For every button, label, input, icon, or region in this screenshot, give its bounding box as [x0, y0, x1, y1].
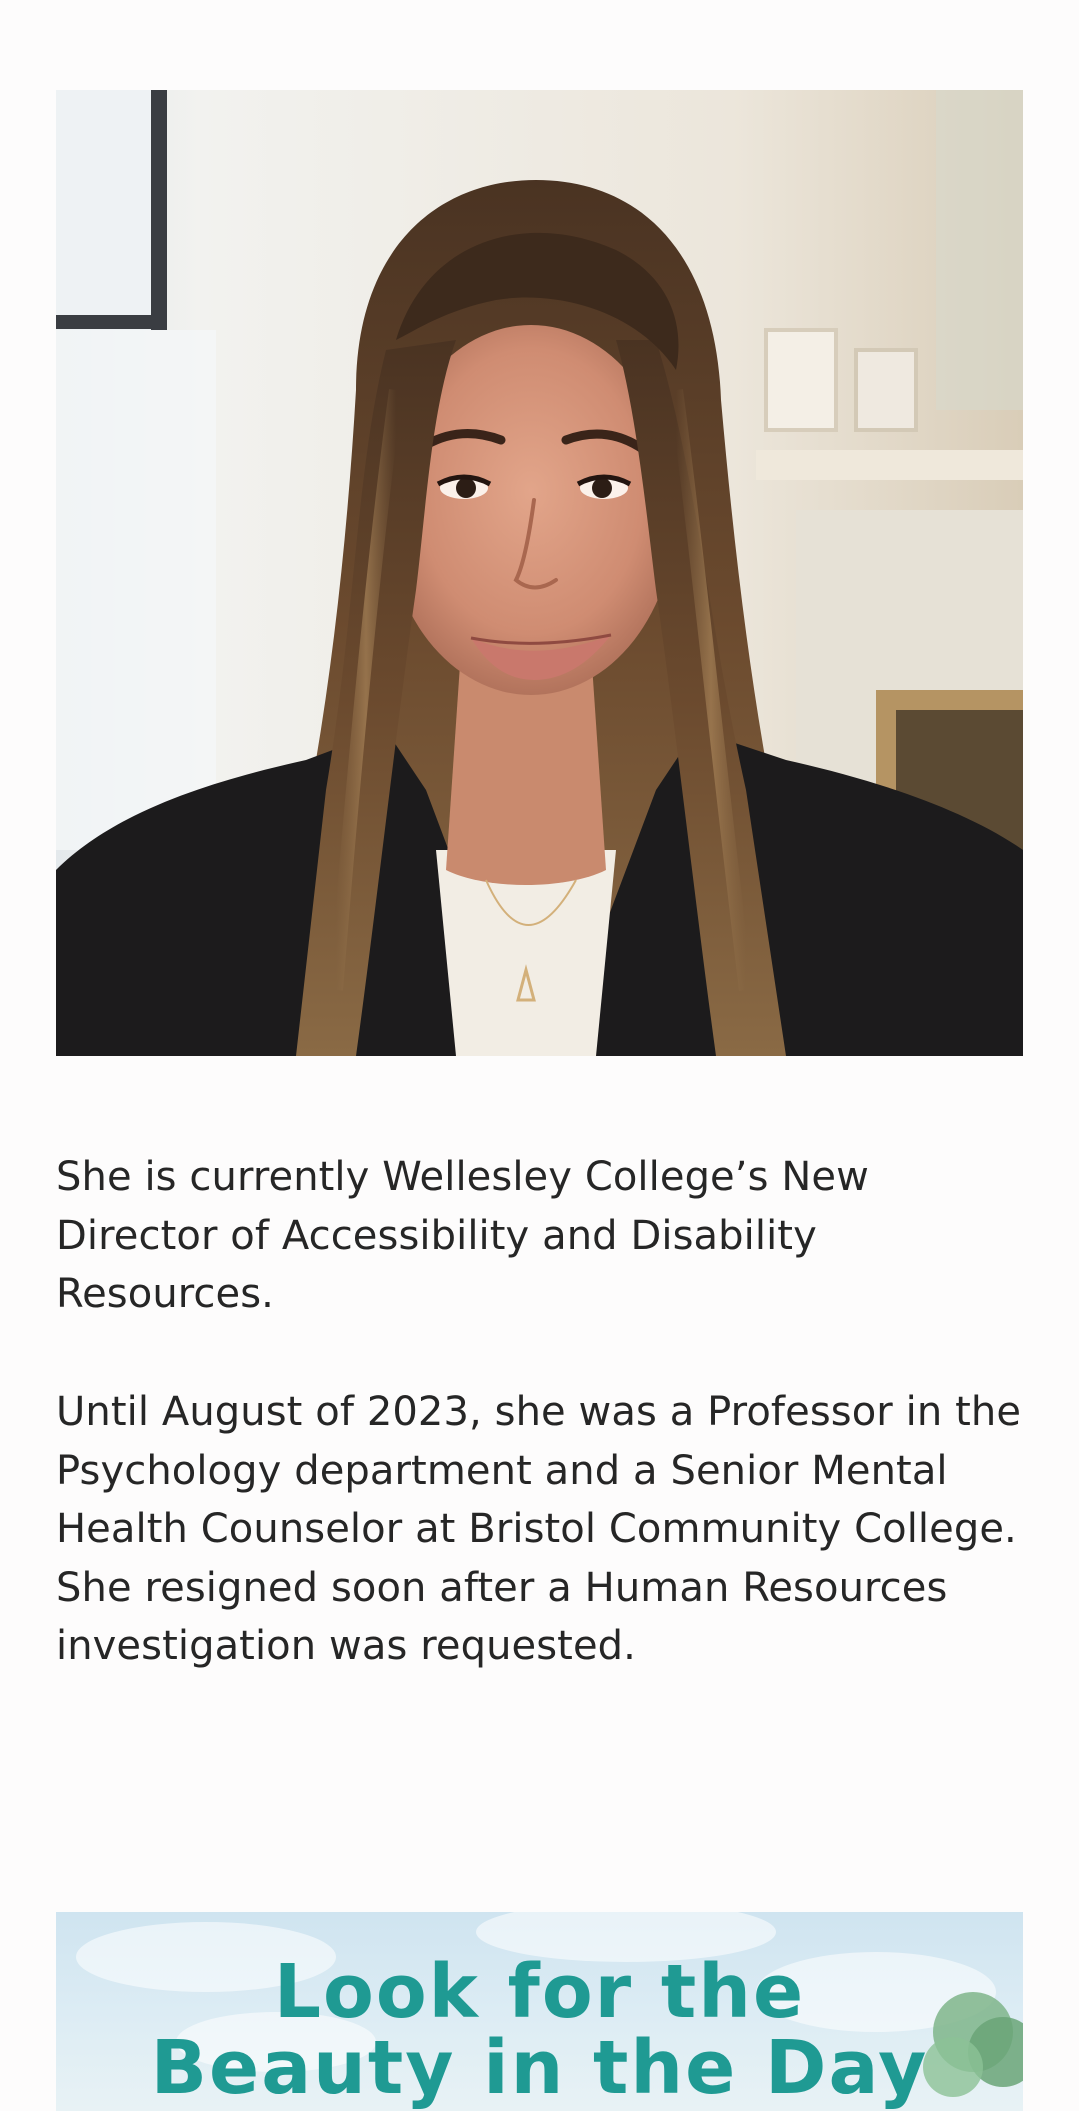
bio-paragraph-current-role: She is currently Wellesley College’s New…: [56, 1154, 869, 1318]
article-content: She is currently Wellesley College’s New…: [56, 0, 1023, 2111]
bio-paragraph-previous-role: Until August of 2023, she was a Professo…: [56, 1389, 1022, 1670]
banner-heading-line-1: Look for the: [273, 1949, 806, 2035]
portrait-photo: [56, 90, 1023, 1056]
quote-banner-image: Look for the Beauty in the Day: [56, 1912, 1023, 2111]
banner-heading-line-2: Beauty in the Day: [150, 2025, 929, 2111]
